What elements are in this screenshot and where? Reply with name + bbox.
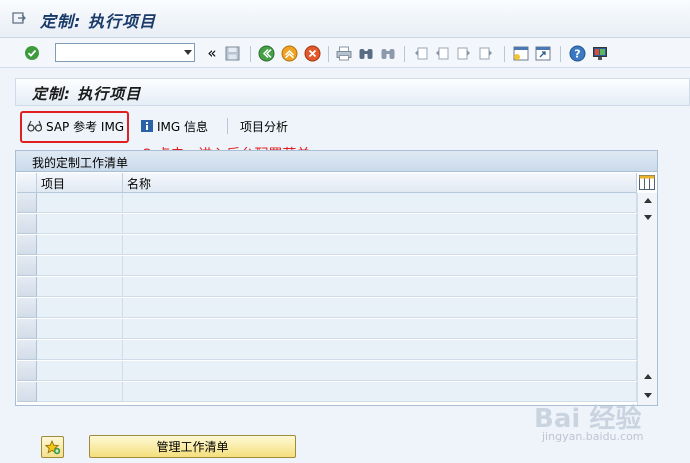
info-icon	[141, 120, 153, 132]
project-analysis-button[interactable]: 项目分析	[240, 117, 288, 135]
table-cell-name[interactable]	[123, 214, 637, 234]
table-cell-name[interactable]	[123, 193, 637, 213]
exit-app-icon[interactable]	[12, 12, 26, 24]
table-cell-name[interactable]	[123, 277, 637, 297]
img-info-button[interactable]: IMG 信息	[140, 117, 208, 135]
find-next-icon[interactable]	[378, 43, 398, 63]
table-cell-project[interactable]	[37, 319, 123, 339]
table-cell-name[interactable]	[123, 340, 637, 360]
window-title: 定制: 执行项目	[40, 12, 156, 31]
create-session-icon[interactable]	[511, 43, 531, 63]
toolbar-divider	[504, 46, 505, 62]
highlight-box	[20, 111, 129, 143]
favorite-add-button[interactable]	[41, 436, 64, 458]
column-header-project[interactable]: 项目	[37, 173, 123, 193]
worklist-table: 我的定制工作清单 项目 名称	[15, 150, 658, 406]
row-selector[interactable]	[17, 298, 37, 318]
page-title: 定制: 执行项目	[32, 85, 142, 103]
table-title: 我的定制工作清单	[32, 156, 129, 170]
vertical-scrollbar[interactable]	[637, 193, 657, 405]
shortcut-icon[interactable]	[533, 43, 553, 63]
manage-worklist-button[interactable]: 管理工作清单	[89, 435, 296, 458]
table-cell-project[interactable]	[37, 298, 123, 318]
row-selector[interactable]	[17, 382, 37, 402]
table-cell-name[interactable]	[123, 235, 637, 255]
star-add-icon	[44, 439, 60, 454]
row-selector[interactable]	[17, 193, 37, 213]
enter-icon[interactable]	[22, 43, 42, 63]
table-cell-name[interactable]	[123, 298, 637, 318]
help-icon[interactable]: ?	[567, 43, 587, 63]
double-left-icon[interactable]: «	[202, 43, 222, 63]
project-analysis-label: 项目分析	[240, 119, 289, 134]
save-icon[interactable]	[222, 43, 242, 63]
table-cell-project[interactable]	[37, 361, 123, 381]
command-field[interactable]	[55, 43, 195, 62]
title-bar: 定制: 执行项目	[0, 0, 690, 38]
table-cell-project[interactable]	[37, 382, 123, 402]
row-selector[interactable]	[17, 340, 37, 360]
scroll-up-icon[interactable]	[644, 198, 652, 203]
toolbar-divider	[404, 46, 405, 62]
prev-page-icon[interactable]	[432, 43, 452, 63]
row-selector[interactable]	[17, 319, 37, 339]
img-info-label: IMG 信息	[157, 119, 209, 134]
table-caption: 我的定制工作清单	[16, 151, 657, 172]
table-cell-project[interactable]	[37, 235, 123, 255]
table-cell-name[interactable]	[123, 319, 637, 339]
row-selector[interactable]	[17, 361, 37, 381]
svg-text:?: ?	[574, 47, 580, 60]
table-cell-project[interactable]	[37, 256, 123, 276]
table-cell-name[interactable]	[123, 361, 637, 381]
last-page-icon[interactable]	[476, 43, 496, 63]
cancel-icon[interactable]	[302, 43, 322, 63]
toolbar-divider	[328, 46, 329, 62]
column-header-name[interactable]: 名称	[123, 173, 637, 193]
exit-icon[interactable]	[279, 43, 299, 63]
toolbar-divider	[250, 46, 251, 62]
row-selector[interactable]	[17, 277, 37, 297]
table-cell-project[interactable]	[37, 214, 123, 234]
table-cell-name[interactable]	[123, 256, 637, 276]
table-cell-project[interactable]	[37, 340, 123, 360]
print-icon[interactable]	[334, 43, 354, 63]
standard-toolbar: « ?	[0, 38, 690, 68]
back-icon[interactable]	[256, 43, 276, 63]
watermark-url: jingyan.baidu.com	[542, 430, 644, 443]
customize-layout-icon[interactable]	[590, 43, 610, 63]
chevron-down-icon[interactable]	[184, 50, 192, 55]
select-all-header[interactable]	[17, 173, 37, 193]
toolbar-divider	[227, 118, 228, 134]
row-selector[interactable]	[17, 235, 37, 255]
first-page-icon[interactable]	[411, 43, 431, 63]
next-page-icon[interactable]	[454, 43, 474, 63]
row-selector[interactable]	[17, 214, 37, 234]
baidu-watermark: Bai 经验 jingyan.baidu.com	[530, 398, 690, 453]
scroll-up-icon[interactable]	[644, 374, 652, 379]
toolbar-divider	[560, 46, 561, 62]
find-icon[interactable]	[356, 43, 376, 63]
table-cell-project[interactable]	[37, 277, 123, 297]
table-settings-icon[interactable]	[639, 175, 655, 190]
scroll-down-icon[interactable]	[644, 215, 652, 220]
table-cell-project[interactable]	[37, 193, 123, 213]
row-selector[interactable]	[17, 256, 37, 276]
page-header: 定制: 执行项目	[15, 78, 690, 106]
